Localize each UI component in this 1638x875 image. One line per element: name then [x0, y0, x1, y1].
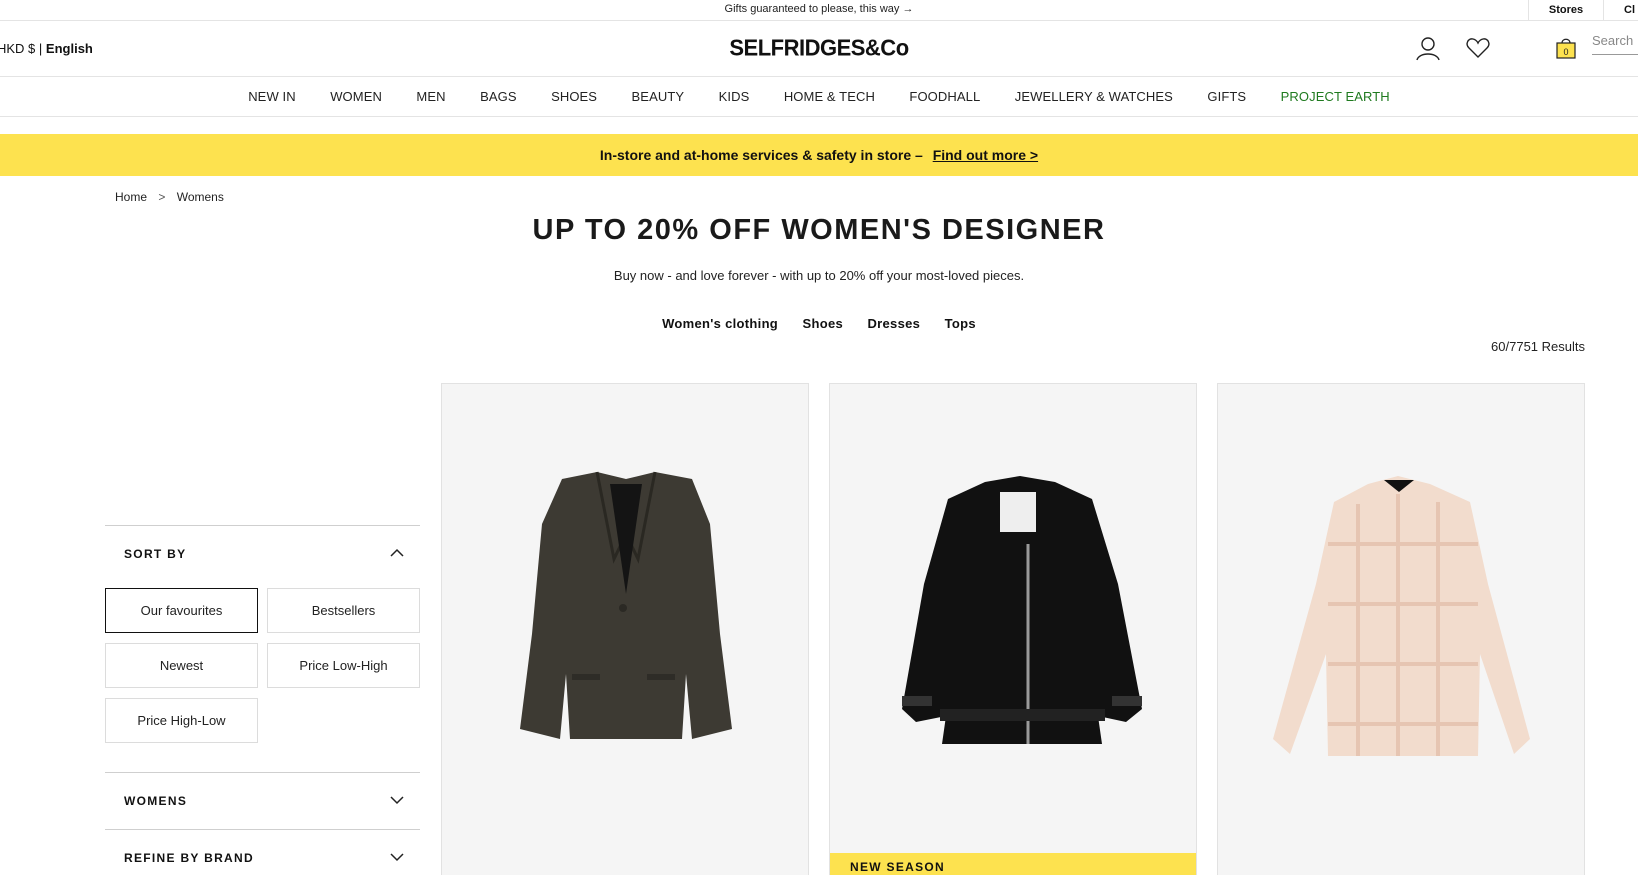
breadcrumb-home[interactable]: Home [115, 190, 147, 204]
sort-price-high-low-button[interactable]: Price High-Low [105, 698, 258, 743]
top-bar-link-cut-off[interactable]: Cl [1603, 0, 1638, 21]
category-chips: Women's clothing Shoes Dresses Tops [0, 315, 1638, 333]
check-shirt-image [1273, 476, 1530, 756]
wishlist-heart-icon[interactable] [1465, 35, 1491, 61]
find-out-more-link[interactable]: Find out more > [933, 147, 1038, 163]
chip-shoes[interactable]: Shoes [803, 316, 844, 331]
nav-item-jewellery-watches[interactable]: JEWELLERY & WATCHES [1015, 89, 1173, 104]
nav-item-men[interactable]: MEN [416, 89, 445, 104]
breadcrumb-current[interactable]: Womens [177, 190, 224, 204]
chip-tops[interactable]: Tops [945, 316, 976, 331]
bag-count: 0 [1563, 47, 1568, 57]
main-navigation: NEW IN WOMEN MEN BAGS SHOES BEAUTY KIDS … [0, 77, 1638, 117]
nav-item-kids[interactable]: KIDS [719, 89, 750, 104]
breadcrumb: Home > Womens [115, 190, 224, 204]
sort-by-label: SORT BY [124, 547, 187, 561]
results-count: 60/7751 Results [1491, 339, 1585, 354]
nav-item-gifts[interactable]: GIFTS [1207, 89, 1246, 104]
sort-by-header[interactable]: SORT BY [105, 526, 420, 582]
filter-sidebar: SORT BY Our favourites Bestsellers Newes… [105, 525, 420, 875]
top-bar: Gifts guaranteed to please, this way → S… [0, 0, 1638, 21]
chip-dresses[interactable]: Dresses [867, 316, 920, 331]
nav-item-home-tech[interactable]: HOME & TECH [784, 89, 875, 104]
sort-bestsellers-button[interactable]: Bestsellers [267, 588, 420, 633]
nav-item-project-earth[interactable]: PROJECT EARTH [1281, 89, 1390, 104]
nav-item-women[interactable]: WOMEN [330, 89, 382, 104]
page-title: UP TO 20% OFF WOMEN'S DESIGNER [532, 214, 1106, 246]
site-header: HKD $ | English SELFRIDGES&Co 0 Search [0, 21, 1638, 77]
banner-text: In-store and at-home services & safety i… [599, 147, 923, 163]
womens-filter-label: WOMENS [124, 794, 188, 808]
new-season-badge: NEW SEASON [830, 853, 1196, 875]
product-card[interactable] [1217, 383, 1585, 875]
nav-item-foodhall[interactable]: FOODHALL [909, 89, 980, 104]
nav-item-beauty[interactable]: BEAUTY [632, 89, 685, 104]
refine-by-brand-label: REFINE BY BRAND [124, 851, 254, 865]
nav-item-bags[interactable]: BAGS [480, 89, 517, 104]
nav-item-new-in[interactable]: NEW IN [248, 89, 296, 104]
search-input[interactable]: Search [1592, 33, 1638, 55]
sort-newest-button[interactable]: Newest [105, 643, 258, 688]
refine-by-brand-header[interactable]: REFINE BY BRAND [105, 830, 420, 875]
breadcrumb-separator: > [158, 190, 166, 204]
gifts-promo-link[interactable]: Gifts guaranteed to please, this way → [0, 3, 1638, 15]
chevron-down-icon [390, 793, 404, 807]
nav-item-shoes[interactable]: SHOES [551, 89, 597, 104]
product-card[interactable]: NEW SEASON [829, 383, 1197, 875]
services-banner: In-store and at-home services & safety i… [0, 134, 1638, 176]
blazer-image [520, 471, 732, 739]
shearling-jacket-image [902, 476, 1142, 744]
chip-womens-clothing[interactable]: Women's clothing [662, 316, 778, 331]
selfridges-logo[interactable]: SELFRIDGES&Co [0, 34, 1638, 61]
chevron-down-icon [390, 850, 404, 864]
chevron-up-icon [390, 546, 404, 560]
product-card[interactable] [441, 383, 809, 875]
womens-filter-header[interactable]: WOMENS [105, 773, 420, 829]
refine-by-brand-section: REFINE BY BRAND [105, 829, 420, 875]
stores-link[interactable]: Stores [1528, 0, 1603, 21]
sort-by-section: SORT BY Our favourites Bestsellers Newes… [105, 525, 420, 772]
page-subtitle: Buy now - and love forever - with up to … [613, 268, 1025, 283]
account-icon[interactable] [1415, 35, 1441, 61]
shopping-bag-icon[interactable]: 0 [1553, 35, 1579, 61]
womens-section: WOMENS [105, 772, 420, 829]
sort-our-favourites-button[interactable]: Our favourites [105, 588, 258, 633]
sort-price-low-high-button[interactable]: Price Low-High [267, 643, 420, 688]
